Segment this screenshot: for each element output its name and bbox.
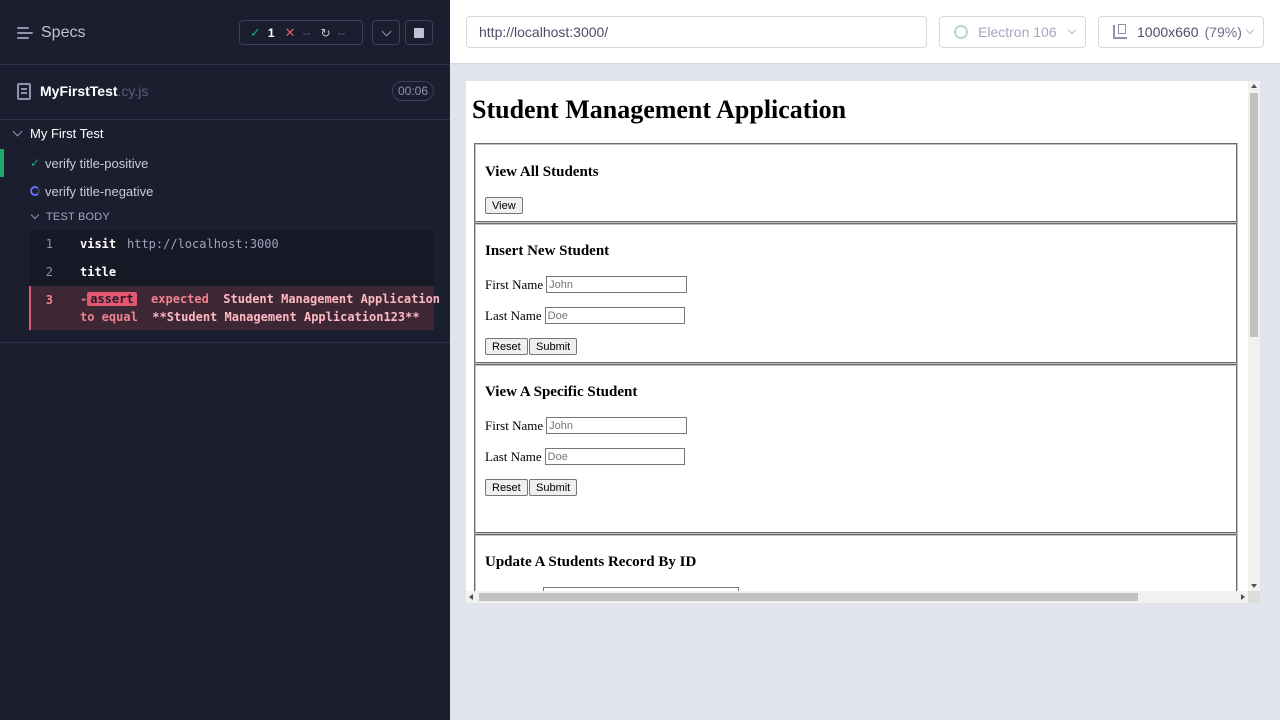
viewport-selector[interactable]: 1000x660 (79%): [1098, 16, 1264, 48]
aut-iframe: Student Management Application View All …: [466, 81, 1260, 603]
test-item-running[interactable]: verify title-negative: [0, 177, 450, 205]
electron-icon: [954, 25, 968, 39]
scroll-up-icon: [1251, 84, 1257, 88]
test-stats: ✓ 1 ✕ -- ↻ --: [239, 20, 363, 45]
command-row[interactable]: 2 title: [29, 258, 434, 286]
reset-button[interactable]: Reset: [485, 479, 528, 496]
last-name-row: Last Name: [485, 448, 685, 465]
chevron-down-icon: [1067, 25, 1077, 35]
submit-button[interactable]: Submit: [529, 338, 578, 355]
view-button[interactable]: View: [485, 197, 523, 214]
assert-badge: assert: [87, 292, 137, 306]
first-name-label: First Name: [485, 276, 544, 292]
spec-file-header: MyFirstTest.cy.js 00:06: [0, 65, 450, 120]
vertical-scrollbar[interactable]: [1248, 81, 1260, 591]
failed-count: ✕ --: [284, 24, 311, 40]
command-name: title: [80, 265, 117, 279]
scroll-left-icon: [469, 594, 473, 600]
update-student-section: Update A Students Record By ID: [474, 534, 1238, 591]
passed-indicator: [0, 149, 4, 177]
spinner-icon: [30, 186, 40, 196]
scroll-thumb[interactable]: [1250, 93, 1258, 337]
app-page: Student Management Application View All …: [466, 81, 1248, 591]
section-heading: View A Specific Student: [485, 384, 638, 400]
section-heading: View All Students: [485, 164, 599, 180]
test-body-toggle[interactable]: TEST BODY: [30, 210, 110, 223]
view-all-section: View All Students View: [474, 143, 1238, 223]
browser-selector[interactable]: Electron 106: [939, 16, 1086, 48]
scroll-down-icon: [1251, 584, 1257, 588]
command-row[interactable]: 1 visit http://localhost:3000: [29, 230, 434, 258]
document-icon: [17, 83, 31, 100]
command-row-failed[interactable]: 3 - assert expected Student Management Ap…: [29, 286, 440, 330]
passed-count: ✓ 1: [250, 24, 275, 40]
specs-list-icon: [17, 26, 33, 40]
first-name-input[interactable]: [546, 417, 688, 434]
command-arg: http://localhost:3000: [127, 237, 279, 251]
x-icon: ✕: [284, 24, 296, 40]
view-specific-section: View A Specific Student First Name Last …: [474, 364, 1238, 534]
chevron-down-icon: [12, 126, 23, 137]
page-title: Student Management Application: [472, 95, 847, 124]
last-name-label: Last Name: [485, 448, 542, 464]
spec-file-name[interactable]: MyFirstTest.cy.js: [40, 83, 148, 99]
specs-button[interactable]: Specs: [17, 24, 85, 42]
last-name-input[interactable]: [544, 307, 685, 324]
last-name-input[interactable]: [544, 448, 685, 465]
stop-button[interactable]: [405, 20, 433, 45]
chevron-down-icon: [381, 26, 391, 36]
suite-title[interactable]: My First Test: [12, 126, 103, 141]
aut-header: http://localhost:3000/ Electron 106 1000…: [450, 0, 1280, 64]
specs-label: Specs: [41, 24, 86, 41]
reporter-header: Specs ✓ 1 ✕ -- ↻ --: [0, 0, 450, 65]
command-name: visit: [80, 237, 117, 251]
last-name-row: Last Name: [485, 307, 685, 324]
spec-duration: 00:06: [392, 81, 434, 101]
spinner-icon: ↻: [320, 25, 331, 40]
submit-button[interactable]: Submit: [529, 479, 578, 496]
last-name-label: Last Name: [485, 307, 542, 323]
check-icon: ✓: [30, 156, 41, 170]
horizontal-scrollbar[interactable]: [466, 591, 1248, 603]
stop-icon: [414, 27, 424, 38]
chevron-down-icon: [1245, 25, 1255, 35]
first-name-row: First Name: [485, 276, 688, 293]
assert-message-cont: to equal **Student Management Applicatio…: [80, 310, 420, 324]
divider: [0, 342, 450, 343]
reporter-panel: Specs ✓ 1 ✕ -- ↻ -- MyFirstTest.cy.js 00:06…: [0, 0, 450, 720]
test-item-passed[interactable]: ✓ verify title-positive: [0, 149, 450, 177]
scrollbar-corner: [1248, 591, 1260, 603]
reset-button[interactable]: Reset: [485, 338, 528, 355]
scroll-right-icon: [1241, 594, 1245, 600]
check-icon: ✓: [250, 24, 261, 40]
section-heading: Update A Students Record By ID: [485, 554, 697, 570]
collapse-button[interactable]: [372, 20, 400, 45]
scroll-thumb[interactable]: [479, 593, 1138, 601]
url-bar[interactable]: http://localhost:3000/: [466, 16, 927, 48]
section-heading: Insert New Student: [485, 243, 610, 259]
chevron-down-icon: [30, 210, 40, 220]
pending-count: ↻ --: [320, 25, 346, 40]
insert-student-section: Insert New Student First Name Last Name …: [474, 223, 1238, 364]
first-name-label: First Name: [485, 417, 544, 433]
assert-message: - assert expected Student Management Appl…: [80, 292, 441, 306]
ruler-icon: [1113, 24, 1127, 39]
first-name-row: First Name: [485, 417, 688, 434]
first-name-input[interactable]: [546, 276, 688, 293]
